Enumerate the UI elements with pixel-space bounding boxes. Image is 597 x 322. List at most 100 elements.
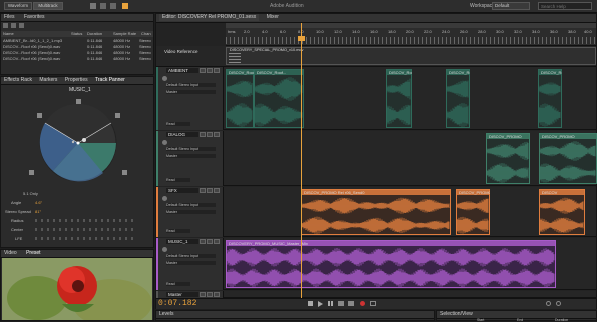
- audio-clip[interactable]: DISCOV_PROMO Rel r06_Send0: [456, 189, 490, 235]
- mixer-tab[interactable]: Mixer: [267, 14, 279, 20]
- zoom-in-icon[interactable]: [546, 301, 551, 306]
- track-input-select[interactable]: Default Stereo Input: [166, 147, 216, 151]
- rewind-icon[interactable]: [338, 301, 344, 306]
- mute-button[interactable]: [200, 292, 206, 297]
- editor-tab[interactable]: Editor: DISCOVERY Rel PROMO_01.sesx: [159, 14, 260, 21]
- stop-icon[interactable]: [308, 301, 313, 306]
- track-output-select[interactable]: Master: [166, 261, 216, 265]
- fast-forward-icon[interactable]: [348, 301, 354, 306]
- search-help-input[interactable]: [538, 2, 592, 10]
- col-name[interactable]: Name: [3, 31, 14, 36]
- track-output-select[interactable]: Master: [166, 90, 216, 94]
- file-row[interactable]: DISCOV...Roof r06 (Send)0.wav 0:11.846 4…: [1, 56, 153, 62]
- surround-panner[interactable]: [23, 95, 133, 190]
- audio-clip[interactable]: DISCOV: [539, 189, 585, 235]
- workspace-select[interactable]: Default: [492, 2, 530, 10]
- solo-button[interactable]: [207, 292, 213, 297]
- param-angle-value[interactable]: 4.6°: [35, 200, 42, 205]
- track-name[interactable]: SFX: [166, 188, 198, 193]
- mute-button[interactable]: [200, 68, 206, 73]
- zoom-bar[interactable]: [226, 23, 596, 28]
- play-icon[interactable]: [318, 301, 323, 307]
- track-name[interactable]: MUSIC_1: [166, 239, 198, 244]
- audio-clip[interactable]: DISCOV_PROMO Rel r06_Send0: [301, 189, 451, 235]
- audio-clip[interactable]: DISCOV_Roof...: [386, 69, 412, 128]
- tab-effects-rack[interactable]: Effects Rack: [4, 77, 32, 83]
- tab-markers[interactable]: Markers: [39, 77, 57, 83]
- arm-button[interactable]: [214, 239, 220, 244]
- move-tool-icon[interactable]: [90, 3, 96, 9]
- automation-mode-select[interactable]: Read: [166, 178, 190, 182]
- volume-knob-icon[interactable]: [162, 76, 167, 81]
- arm-button[interactable]: [214, 132, 220, 137]
- audio-clip[interactable]: DISCOV_Roof r06 (Send)0: [226, 69, 254, 128]
- mute-button[interactable]: [200, 132, 206, 137]
- mute-button[interactable]: [200, 239, 206, 244]
- radius-slider[interactable]: [35, 219, 135, 222]
- automation-mode-select[interactable]: Read: [166, 229, 190, 233]
- audio-clip[interactable]: DISCOV_Roof...: [538, 69, 562, 128]
- solo-button[interactable]: [207, 132, 213, 137]
- zoom-out-icon[interactable]: [556, 301, 561, 306]
- audio-clip[interactable]: DISCOV_PROMO: [539, 133, 597, 184]
- playhead[interactable]: [301, 23, 302, 298]
- open-file-icon[interactable]: [11, 23, 16, 28]
- pause-icon[interactable]: [328, 301, 333, 306]
- panner-puck[interactable]: [76, 141, 80, 145]
- volume-knob-icon[interactable]: [162, 247, 167, 252]
- playhead-handle[interactable]: [298, 36, 305, 41]
- loop-icon[interactable]: [370, 301, 376, 306]
- panner-puck-left[interactable]: [71, 140, 75, 144]
- audio-clip[interactable]: DISCOV_PROMO: [486, 133, 530, 184]
- param-stereo-spread-value[interactable]: 81°: [35, 209, 41, 214]
- track-input-select[interactable]: Default Stereo Input: [166, 203, 216, 207]
- record-icon[interactable]: [360, 301, 365, 306]
- tab-waveform[interactable]: Waveform: [4, 2, 32, 10]
- track-name[interactable]: Master: [166, 292, 198, 297]
- insert-icon[interactable]: [19, 23, 24, 28]
- favorites-tab[interactable]: Favorites: [24, 14, 45, 20]
- track-input-select[interactable]: Default Stereo Input: [166, 254, 216, 258]
- tab-properties[interactable]: Properties: [65, 77, 88, 83]
- col-channels[interactable]: Chan: [141, 31, 151, 36]
- tab-multitrack[interactable]: Multitrack: [33, 2, 63, 10]
- ruler-label: 24.0: [442, 29, 450, 34]
- solo-button[interactable]: [207, 239, 213, 244]
- track-input-select[interactable]: Default Stereo Input: [166, 83, 216, 87]
- files-tab[interactable]: Files: [4, 14, 15, 20]
- col-duration[interactable]: Duration: [87, 31, 102, 36]
- volume-knob-icon[interactable]: [162, 140, 167, 145]
- razor-tool-icon[interactable]: [100, 3, 106, 9]
- track-color-stripe: [156, 291, 158, 298]
- track-output-select[interactable]: Master: [166, 154, 216, 158]
- track-name[interactable]: AMBIENT: [166, 68, 198, 73]
- arm-button[interactable]: [214, 188, 220, 193]
- automation-mode-select[interactable]: Read: [166, 122, 190, 126]
- audio-clip[interactable]: DISCOVERY_PROMO_MUSIC_Master_Mix: [226, 240, 556, 288]
- tab-waveform-label: Waveform: [7, 3, 29, 8]
- arm-button[interactable]: [214, 292, 220, 297]
- new-file-icon[interactable]: [3, 23, 8, 28]
- time-selection-tool-icon[interactable]: [122, 3, 128, 9]
- track-output-select[interactable]: Master: [166, 210, 216, 214]
- tab-video[interactable]: Video: [4, 250, 17, 256]
- slip-tool-icon[interactable]: [110, 3, 116, 9]
- lfe-slider[interactable]: [35, 237, 135, 240]
- solo-button[interactable]: [207, 68, 213, 73]
- tab-track-panner[interactable]: Track Panner: [95, 77, 125, 83]
- audio-clip[interactable]: DISCOV_Roof...: [254, 69, 304, 128]
- mute-button[interactable]: [200, 188, 206, 193]
- solo-button[interactable]: [207, 188, 213, 193]
- audio-clip[interactable]: DISCOV_Roof...: [446, 69, 470, 128]
- automation-mode-select[interactable]: Read: [166, 282, 190, 286]
- arm-button[interactable]: [214, 68, 220, 73]
- panner-puck-right[interactable]: [82, 138, 86, 142]
- tab-preset[interactable]: Preset: [26, 250, 40, 256]
- center-slider[interactable]: [35, 228, 135, 231]
- col-sample-rate[interactable]: Sample Rate: [113, 31, 136, 36]
- volume-knob-icon[interactable]: [162, 196, 167, 201]
- track-name[interactable]: DIALOG: [166, 132, 198, 137]
- col-status[interactable]: Status: [71, 31, 82, 36]
- video-clip[interactable]: DISCOVERY_SPECIAL_PROMO_v10.mov: [226, 47, 596, 65]
- timeline-ruler[interactable]: hms 2.0 4.0 6.0 8.0 10.0 12.0 14.0 16.0 …: [226, 23, 596, 46]
